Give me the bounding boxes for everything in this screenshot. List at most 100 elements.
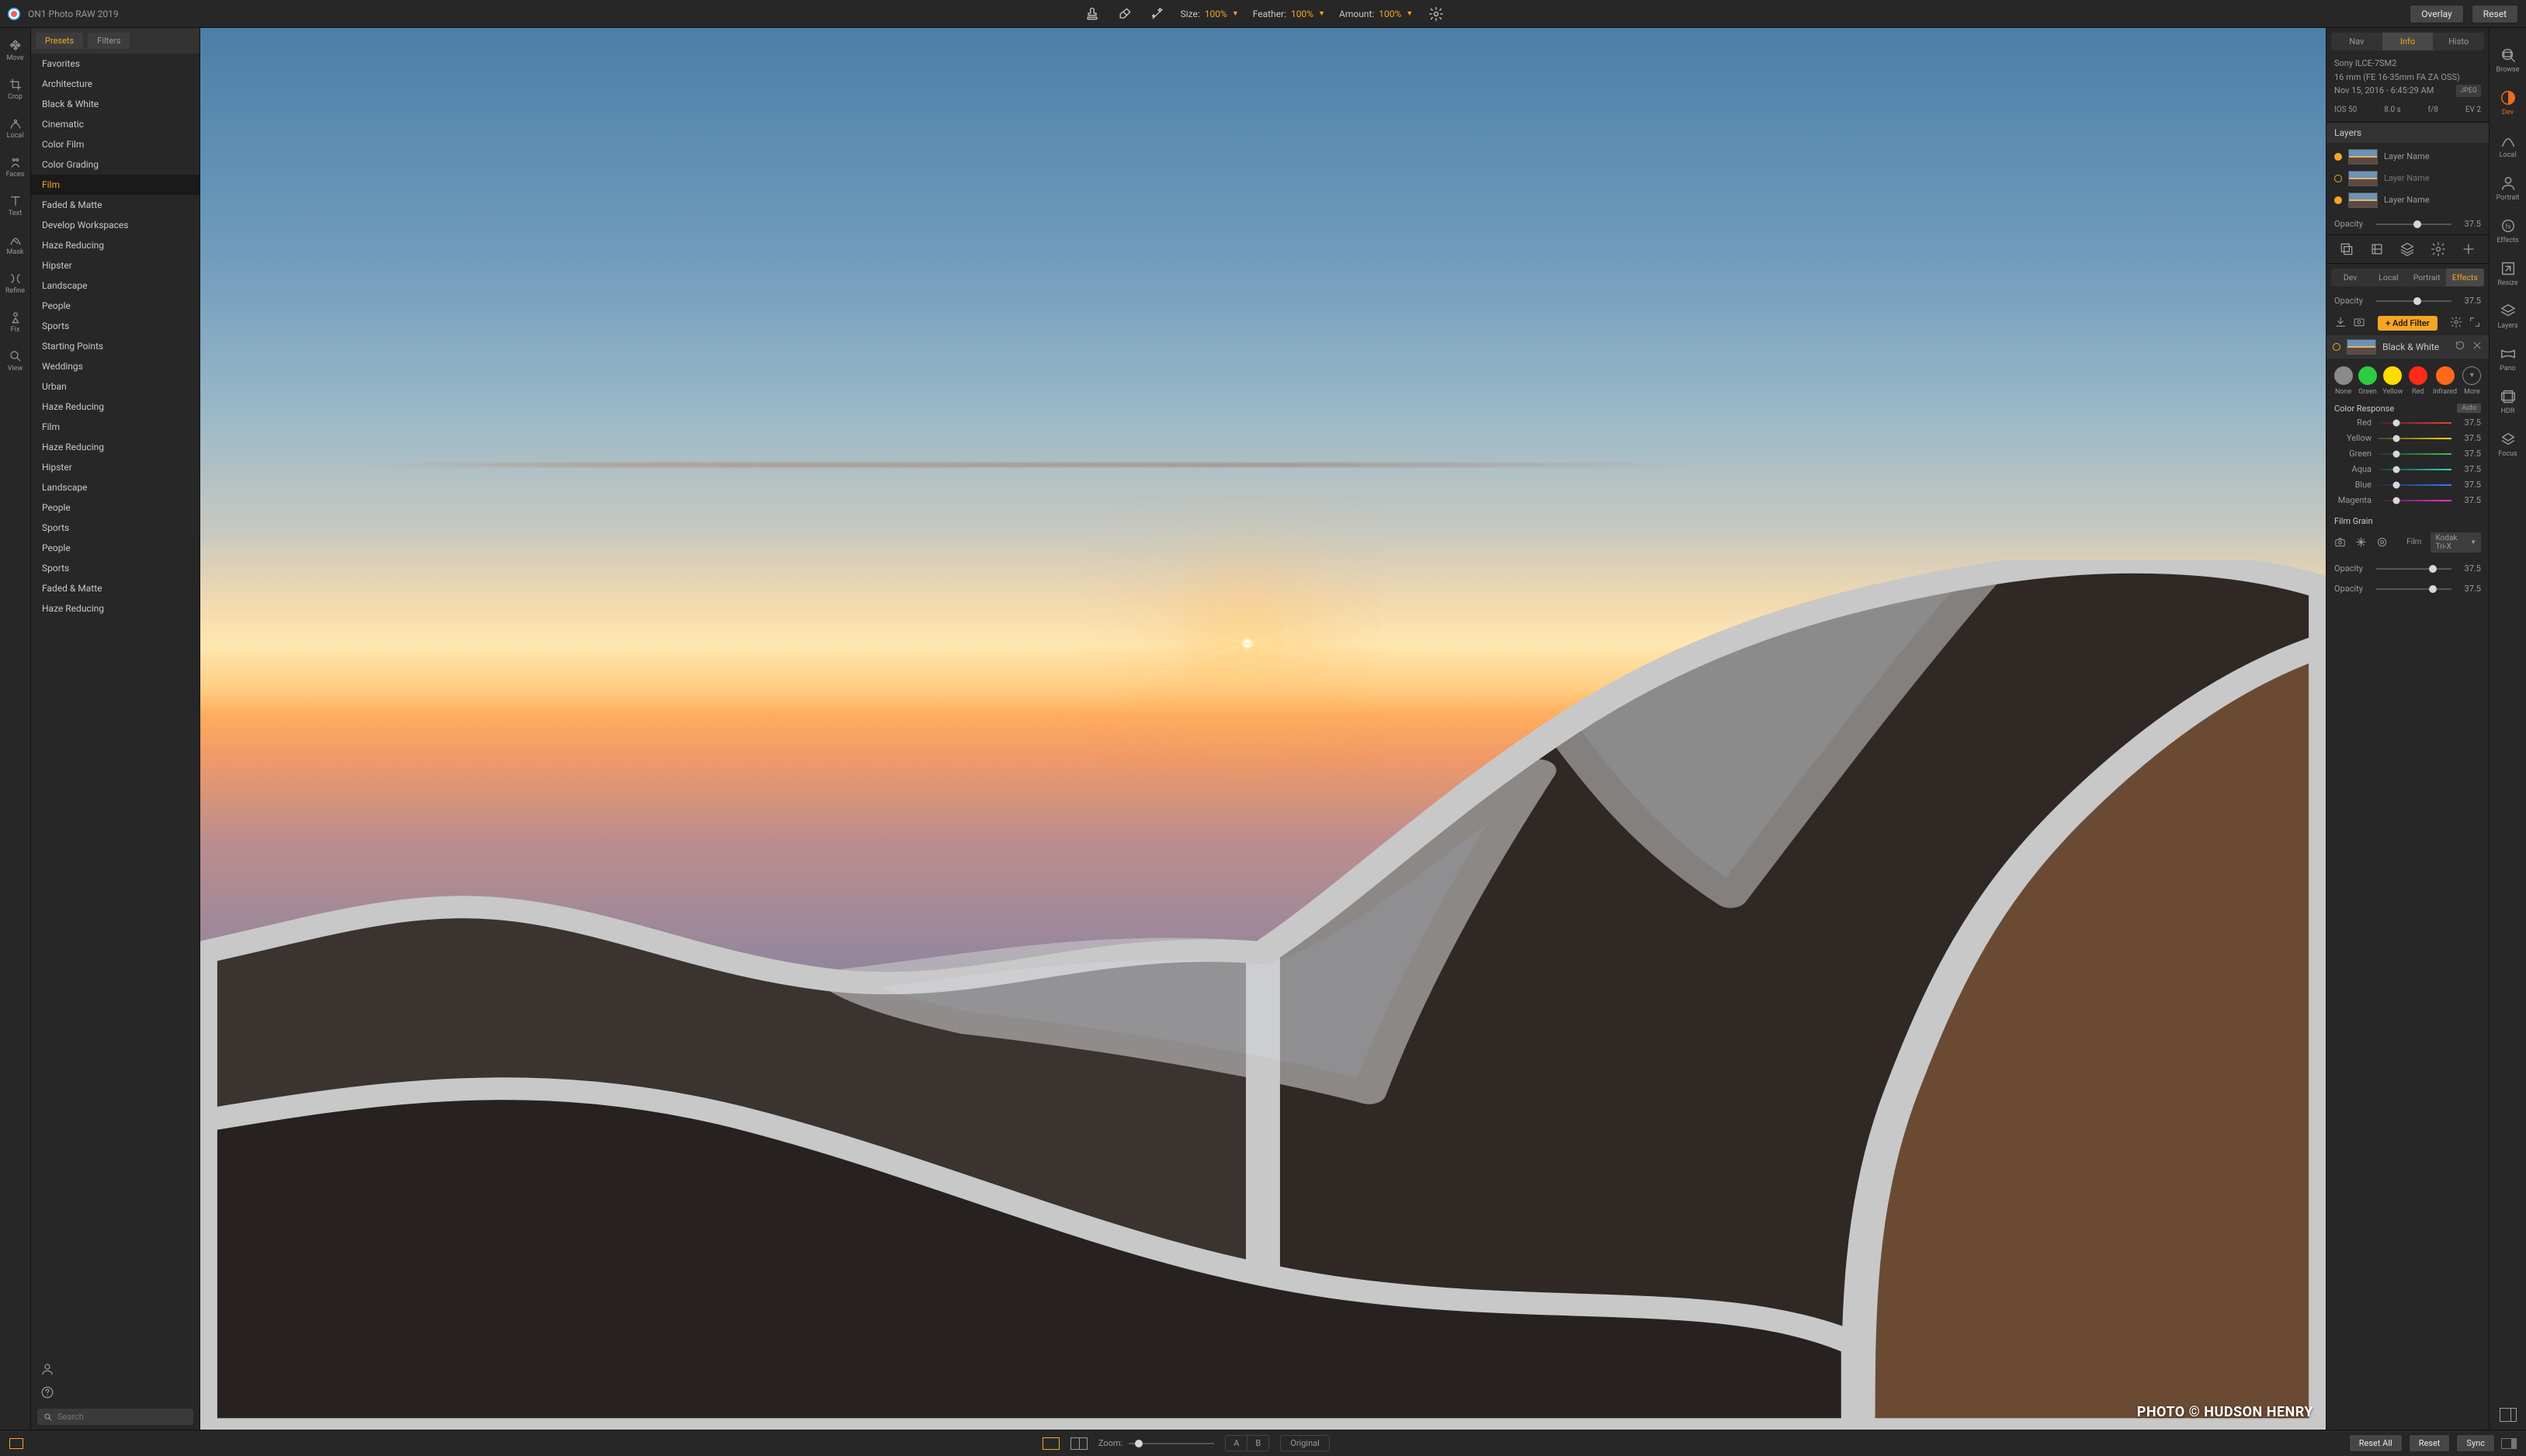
reset-button[interactable]: Reset bbox=[2472, 5, 2518, 23]
camera-icon[interactable] bbox=[2334, 536, 2346, 549]
info-tab-nav[interactable]: Nav bbox=[2331, 33, 2382, 50]
preset-category-item[interactable]: Architecture bbox=[31, 74, 200, 94]
preset-tab-filters[interactable]: Filters bbox=[88, 33, 130, 49]
preset-category-item[interactable]: Landscape bbox=[31, 276, 200, 296]
color-slider[interactable] bbox=[2378, 464, 2451, 475]
layer-opacity-slider[interactable] bbox=[2376, 219, 2451, 230]
layer-row[interactable]: Layer Name bbox=[2326, 189, 2489, 211]
film-type-dropdown[interactable]: Kodak Tri-X▼ bbox=[2431, 532, 2481, 553]
module-focus[interactable]: Focus bbox=[2490, 425, 2526, 464]
brush-feather-option[interactable]: Feather: 100% ▼ bbox=[1253, 9, 1325, 19]
preset-category-item[interactable]: Black & White bbox=[31, 94, 200, 114]
tool-mask[interactable]: Mask bbox=[0, 228, 31, 261]
preset-category-item[interactable]: Sports bbox=[31, 558, 200, 578]
color-slider[interactable] bbox=[2378, 495, 2451, 506]
layer-visibility-icon[interactable] bbox=[2334, 196, 2342, 204]
preset-category-item[interactable]: Starting Points bbox=[31, 336, 200, 356]
bw-swatch-green[interactable]: Green bbox=[2358, 366, 2377, 396]
stamp-tool-icon[interactable] bbox=[1083, 5, 1102, 23]
target-icon[interactable] bbox=[2376, 536, 2388, 549]
preset-category-item[interactable]: Faded & Matte bbox=[31, 195, 200, 215]
color-slider[interactable] bbox=[2378, 418, 2451, 428]
module-pano[interactable]: Pano bbox=[2490, 339, 2526, 379]
preset-category-item[interactable]: Hipster bbox=[31, 457, 200, 477]
module-hdr[interactable]: HDR bbox=[2490, 382, 2526, 421]
preset-category-item[interactable]: Landscape bbox=[31, 477, 200, 497]
add-filter-button[interactable]: + Add Filter bbox=[2378, 316, 2438, 331]
bw-swatch-more[interactable]: ▼More bbox=[2462, 366, 2481, 396]
tool-refine[interactable]: Refine bbox=[0, 267, 31, 300]
overlay-button[interactable]: Overlay bbox=[2410, 5, 2463, 23]
effects-opacity-slider[interactable] bbox=[2376, 296, 2451, 307]
module-browse[interactable]: Browse bbox=[2490, 40, 2526, 80]
tool-move[interactable]: Move bbox=[0, 34, 31, 67]
edit-tab-effects[interactable]: Effects bbox=[2446, 269, 2484, 286]
auto-button[interactable]: Auto bbox=[2457, 404, 2481, 413]
reset-bottom-button[interactable]: Reset bbox=[2409, 1434, 2451, 1452]
layer-row[interactable]: Layer Name bbox=[2326, 168, 2489, 189]
module-portrait[interactable]: Portrait bbox=[2490, 168, 2526, 208]
help-icon[interactable] bbox=[31, 1381, 54, 1404]
right-panel-toggle-icon[interactable] bbox=[2501, 1438, 2517, 1449]
eraser-tool-icon[interactable] bbox=[1116, 5, 1134, 23]
filmstrip-toggle-icon[interactable] bbox=[9, 1438, 23, 1449]
tool-text[interactable]: Text bbox=[0, 189, 31, 222]
dual-view-icon[interactable] bbox=[2500, 1408, 2517, 1422]
bw-swatch-red[interactable]: Red bbox=[2409, 366, 2427, 396]
add-layer-icon[interactable] bbox=[2461, 241, 2476, 257]
module-effects[interactable]: fxEffects bbox=[2490, 211, 2526, 251]
preset-category-item[interactable]: Haze Reducing bbox=[31, 397, 200, 417]
view-split-button[interactable] bbox=[1070, 1437, 1088, 1450]
bw-swatch-none[interactable]: None bbox=[2334, 366, 2353, 396]
preset-category-item[interactable]: People bbox=[31, 497, 200, 518]
expand-icon[interactable] bbox=[2469, 316, 2481, 331]
close-icon[interactable] bbox=[2472, 340, 2483, 353]
merge-layer-icon[interactable] bbox=[2369, 241, 2385, 257]
canvas[interactable]: PHOTO © HUDSON HENRY bbox=[200, 28, 2326, 1430]
preset-category-item[interactable]: Cinematic bbox=[31, 114, 200, 134]
tool-crop[interactable]: Crop bbox=[0, 73, 31, 106]
grain-slider[interactable] bbox=[2376, 563, 2451, 574]
layer-visibility-icon[interactable] bbox=[2334, 153, 2342, 161]
compare-a-button[interactable]: A bbox=[1226, 1436, 1247, 1451]
info-tab-info[interactable]: Info bbox=[2382, 33, 2434, 50]
user-icon[interactable] bbox=[31, 1357, 54, 1381]
edit-tab-local[interactable]: Local bbox=[2369, 269, 2407, 286]
edit-tab-dev[interactable]: Dev bbox=[2331, 269, 2369, 286]
preset-category-item[interactable]: Film bbox=[31, 175, 200, 195]
reset-all-button[interactable]: Reset All bbox=[2349, 1434, 2403, 1452]
import-icon[interactable] bbox=[2334, 316, 2347, 331]
bw-swatch-infrared[interactable]: Infrared bbox=[2433, 366, 2457, 396]
gear-icon[interactable] bbox=[2450, 316, 2462, 331]
search-input[interactable] bbox=[57, 1412, 187, 1422]
compare-b-button[interactable]: B bbox=[1247, 1436, 1268, 1451]
preset-category-item[interactable]: Faded & Matte bbox=[31, 578, 200, 598]
module-layers[interactable]: Layers bbox=[2490, 296, 2526, 336]
grain-slider[interactable] bbox=[2376, 584, 2451, 595]
preset-category-item[interactable]: Haze Reducing bbox=[31, 598, 200, 619]
original-button[interactable]: Original bbox=[1280, 1435, 1330, 1451]
duplicate-layer-icon[interactable] bbox=[2339, 241, 2354, 257]
preset-category-item[interactable]: People bbox=[31, 296, 200, 316]
reset-filter-icon[interactable] bbox=[2455, 340, 2465, 353]
color-slider[interactable] bbox=[2378, 433, 2451, 444]
gear-icon[interactable] bbox=[1427, 5, 1445, 23]
preset-category-item[interactable]: Color Film bbox=[31, 134, 200, 154]
preset-category-item[interactable]: Sports bbox=[31, 316, 200, 336]
search-input-wrapper[interactable] bbox=[37, 1409, 193, 1425]
view-single-button[interactable] bbox=[1043, 1437, 1060, 1450]
snapshot-icon[interactable] bbox=[2353, 316, 2365, 331]
preset-category-item[interactable]: Favorites bbox=[31, 54, 200, 74]
preset-category-item[interactable]: Develop Workspaces bbox=[31, 215, 200, 235]
filter-visibility-toggle[interactable] bbox=[2333, 343, 2340, 351]
sync-button[interactable]: Sync bbox=[2456, 1434, 2495, 1452]
preset-tab-presets[interactable]: Presets bbox=[36, 33, 83, 49]
tool-local[interactable]: Local bbox=[0, 112, 31, 144]
preset-category-item[interactable]: Film bbox=[31, 417, 200, 437]
layer-visibility-icon[interactable] bbox=[2334, 175, 2342, 182]
bw-swatch-yellow[interactable]: Yellow bbox=[2382, 366, 2403, 396]
color-slider[interactable] bbox=[2378, 449, 2451, 459]
gear-icon[interactable] bbox=[2431, 241, 2446, 257]
tool-view[interactable]: View bbox=[0, 345, 31, 377]
info-tab-histo[interactable]: Histo bbox=[2433, 33, 2484, 50]
